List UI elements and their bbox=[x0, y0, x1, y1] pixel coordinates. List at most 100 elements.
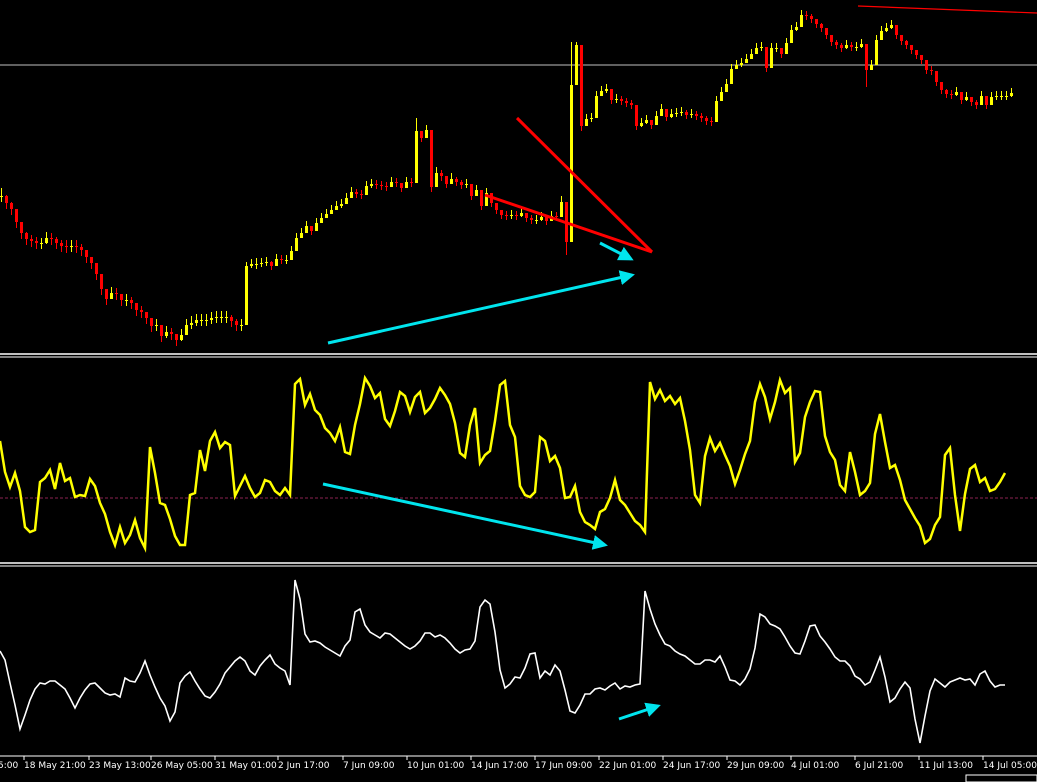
candle-body bbox=[855, 47, 858, 48]
indicator-series-line[interactable] bbox=[0, 579, 1005, 744]
candle-body bbox=[235, 321, 238, 325]
candle-body bbox=[190, 323, 193, 325]
candle-body bbox=[945, 90, 948, 94]
candle-body bbox=[555, 216, 558, 217]
pattern-line-upper[interactable] bbox=[515, 116, 654, 254]
candle-body bbox=[685, 112, 688, 115]
candle-body bbox=[100, 274, 103, 289]
candle-body bbox=[640, 123, 643, 126]
candle-body bbox=[630, 103, 633, 105]
candle-body bbox=[925, 60, 928, 70]
candle-body bbox=[535, 220, 538, 221]
candle-body bbox=[720, 92, 723, 101]
candle-body bbox=[455, 179, 458, 182]
candle-body bbox=[505, 215, 508, 216]
x-axis-tick-label: 23 May 13:00 bbox=[89, 761, 151, 771]
pattern-line-lower[interactable] bbox=[484, 193, 653, 254]
candle-body bbox=[935, 71, 938, 82]
cyan-arrow-price-short[interactable] bbox=[599, 241, 634, 261]
x-axis-tick-label: 24 Jun 17:00 bbox=[663, 761, 720, 771]
x-axis-tick-label: 29 Jun 09:00 bbox=[727, 761, 784, 771]
candle-body bbox=[840, 45, 843, 48]
candle-body bbox=[15, 209, 18, 222]
candle-body bbox=[650, 120, 653, 125]
candle-body bbox=[765, 47, 768, 68]
candle-body bbox=[110, 293, 113, 299]
candle-body bbox=[260, 263, 263, 264]
candle-body bbox=[980, 96, 983, 105]
candle-body bbox=[825, 28, 828, 35]
candle-body bbox=[540, 217, 543, 220]
candle-body bbox=[340, 204, 343, 206]
candle-body bbox=[375, 184, 378, 185]
candle-body bbox=[370, 184, 373, 186]
candle-body bbox=[420, 131, 423, 138]
candle-body bbox=[360, 194, 363, 195]
candle-body bbox=[90, 257, 93, 263]
candle-body bbox=[700, 116, 703, 118]
candle-body bbox=[105, 289, 108, 299]
candle-body bbox=[250, 264, 253, 266]
x-axis-tick-label: 22 Jun 01:00 bbox=[599, 761, 656, 771]
trend-line-top-right[interactable] bbox=[857, 5, 1037, 14]
candle-body bbox=[310, 226, 313, 231]
candle-body bbox=[480, 190, 483, 206]
candle-body bbox=[225, 317, 228, 318]
candle-body bbox=[115, 293, 118, 294]
candle-body bbox=[500, 210, 503, 215]
candle-body bbox=[230, 317, 233, 321]
candle-body bbox=[780, 48, 783, 54]
candle-body bbox=[295, 238, 298, 251]
candle-body bbox=[715, 101, 718, 122]
candle-body bbox=[150, 318, 153, 326]
candle-body bbox=[130, 300, 133, 303]
candle-body bbox=[660, 109, 663, 116]
candle-body bbox=[350, 192, 353, 198]
candle-body bbox=[290, 251, 293, 260]
candle-body bbox=[210, 318, 213, 320]
candle-body bbox=[730, 69, 733, 84]
corner-box bbox=[965, 774, 1037, 782]
candle-body bbox=[355, 192, 358, 194]
candle-body bbox=[460, 182, 463, 185]
candle-body bbox=[880, 31, 883, 40]
candle-body bbox=[625, 101, 628, 103]
candle-body bbox=[85, 250, 88, 257]
candle-body bbox=[325, 214, 328, 218]
candle-body bbox=[475, 190, 478, 196]
candle-body bbox=[690, 114, 693, 115]
cyan-arrow-indicator[interactable] bbox=[618, 702, 661, 721]
candle-body bbox=[745, 59, 748, 63]
candle-body bbox=[35, 241, 38, 243]
candle-body bbox=[330, 210, 333, 214]
candle-body bbox=[670, 114, 673, 117]
x-axis-tick-label: 18 May 21:00 bbox=[24, 761, 86, 771]
x-axis-tick-label: 10 Jun 01:00 bbox=[407, 761, 464, 771]
cyan-arrow-oscillator[interactable] bbox=[322, 482, 608, 550]
candle-body bbox=[785, 43, 788, 54]
candle-body bbox=[165, 332, 168, 336]
candle-body bbox=[775, 48, 778, 49]
candle-body bbox=[390, 182, 393, 187]
candle-body bbox=[25, 233, 28, 239]
candle-body bbox=[60, 243, 63, 246]
x-axis-tick-label: 7 Jun 09:00 bbox=[343, 761, 395, 771]
candle-body bbox=[915, 50, 918, 55]
candle-body bbox=[280, 259, 283, 260]
candle-body bbox=[570, 85, 573, 242]
candle-body bbox=[200, 320, 203, 321]
candle-body bbox=[1000, 96, 1003, 97]
candle-body bbox=[50, 238, 53, 239]
candle-body bbox=[145, 312, 148, 318]
candle-body bbox=[45, 238, 48, 243]
cyan-arrow-price-long[interactable] bbox=[327, 270, 635, 345]
candle-body bbox=[205, 320, 208, 321]
candle-body bbox=[495, 203, 498, 210]
candle-body bbox=[525, 213, 528, 218]
candle-body bbox=[705, 118, 708, 121]
candle-body bbox=[800, 15, 803, 27]
candle-body bbox=[965, 97, 968, 100]
candle-body bbox=[620, 99, 623, 101]
candle-body bbox=[30, 239, 33, 241]
candle-body bbox=[755, 48, 758, 54]
